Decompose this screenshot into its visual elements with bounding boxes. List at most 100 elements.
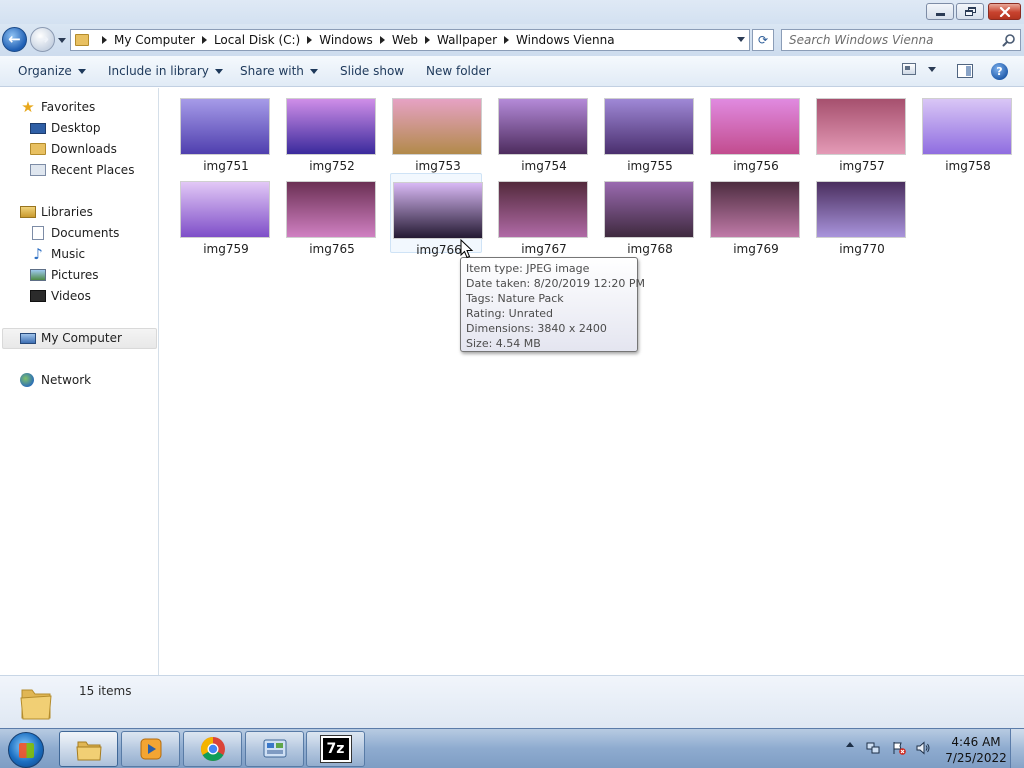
file-name[interactable]: img770 xyxy=(814,242,910,256)
breadcrumb-windows-vienna[interactable]: Windows Vienna xyxy=(516,33,615,47)
file-item[interactable]: img755 xyxy=(602,90,694,173)
file-item[interactable]: img759 xyxy=(178,173,270,256)
nav-music[interactable]: ♪ Music xyxy=(30,245,85,263)
thumbnail-image[interactable] xyxy=(922,98,1012,155)
file-name[interactable]: img757 xyxy=(814,159,910,173)
file-item[interactable]: img768 xyxy=(602,173,694,256)
taskbar-control-panel[interactable] xyxy=(245,731,304,767)
slide-show-button[interactable]: Slide show xyxy=(340,64,404,78)
file-name[interactable]: img753 xyxy=(390,159,486,173)
nav-documents[interactable]: Documents xyxy=(30,224,119,242)
file-name[interactable]: img759 xyxy=(178,242,274,256)
thumbnail-image[interactable] xyxy=(498,98,588,155)
nav-libraries[interactable]: Libraries xyxy=(20,203,93,221)
file-name[interactable]: img767 xyxy=(496,242,592,256)
thumbnail-image[interactable] xyxy=(498,181,588,238)
nav-videos[interactable]: Videos xyxy=(30,287,91,305)
thumbnail-image[interactable] xyxy=(816,98,906,155)
new-folder-button[interactable]: New folder xyxy=(426,64,491,78)
thumbnail-image[interactable] xyxy=(180,181,270,238)
address-dropdown-icon[interactable] xyxy=(737,37,745,42)
file-name[interactable]: img756 xyxy=(708,159,804,173)
change-view-button[interactable] xyxy=(902,63,936,75)
file-name[interactable]: img768 xyxy=(602,242,698,256)
file-item[interactable]: img754 xyxy=(496,90,588,173)
breadcrumb-windows[interactable]: Windows xyxy=(319,33,373,47)
file-name[interactable]: img765 xyxy=(284,242,380,256)
file-name[interactable]: img755 xyxy=(602,159,698,173)
help-icon[interactable]: ? xyxy=(991,63,1008,80)
address-bar[interactable]: My Computer Local Disk (C:) Windows Web … xyxy=(70,29,750,51)
taskbar-7zip[interactable]: 7z xyxy=(306,731,365,767)
close-button[interactable] xyxy=(988,3,1021,20)
file-item[interactable]: img758 xyxy=(920,90,1012,173)
share-with-button[interactable]: Share with xyxy=(240,64,318,78)
nav-favorites[interactable]: ★ Favorites xyxy=(20,98,95,116)
start-button[interactable] xyxy=(8,732,44,768)
breadcrumb-separator-icon[interactable] xyxy=(307,36,313,44)
file-item[interactable]: img757 xyxy=(814,90,906,173)
breadcrumb-web[interactable]: Web xyxy=(392,33,418,47)
clock-time[interactable]: 4:46 AM xyxy=(942,735,1010,749)
nav-network[interactable]: Network xyxy=(20,371,91,389)
taskbar-media-player[interactable] xyxy=(121,731,180,767)
back-button[interactable]: ← xyxy=(2,27,27,52)
preview-pane-icon[interactable] xyxy=(957,64,973,78)
file-item[interactable]: img753 xyxy=(390,90,482,173)
file-item[interactable]: img752 xyxy=(284,90,376,173)
file-item[interactable]: img751 xyxy=(178,90,270,173)
breadcrumb-my-computer[interactable]: My Computer xyxy=(114,33,195,47)
include-in-library-button[interactable]: Include in library xyxy=(108,64,223,78)
thumbnail-image[interactable] xyxy=(286,181,376,238)
recent-pages-button[interactable] xyxy=(57,35,67,45)
chevron-down-icon[interactable] xyxy=(928,66,936,72)
thumbnail-image[interactable] xyxy=(286,98,376,155)
breadcrumb-separator-icon[interactable] xyxy=(102,36,107,44)
thumbnail-image[interactable] xyxy=(710,181,800,238)
search-input[interactable] xyxy=(789,33,994,47)
file-name[interactable]: img754 xyxy=(496,159,592,173)
file-name[interactable]: img751 xyxy=(178,159,274,173)
file-name[interactable]: img752 xyxy=(284,159,380,173)
thumbnail-image[interactable] xyxy=(392,98,482,155)
volume-icon[interactable] xyxy=(916,741,930,755)
nav-downloads[interactable]: Downloads xyxy=(30,140,117,158)
show-hidden-icons-button[interactable] xyxy=(846,742,854,747)
breadcrumb-separator-icon[interactable] xyxy=(201,36,207,44)
nav-desktop[interactable]: Desktop xyxy=(30,119,101,137)
search-box[interactable] xyxy=(781,29,1021,51)
organize-button[interactable]: Organize xyxy=(18,64,86,78)
file-item[interactable]: img756 xyxy=(708,90,800,173)
thumbnail-image[interactable] xyxy=(710,98,800,155)
file-item[interactable]: img765 xyxy=(284,173,376,256)
file-name[interactable]: img769 xyxy=(708,242,804,256)
file-name[interactable]: img758 xyxy=(920,159,1016,173)
breadcrumb-separator-icon[interactable] xyxy=(424,36,430,44)
clock-date[interactable]: 7/25/2022 xyxy=(942,751,1010,765)
action-center-icon[interactable] xyxy=(892,741,906,755)
file-item[interactable]: img769 xyxy=(708,173,800,256)
breadcrumb-wallpaper[interactable]: Wallpaper xyxy=(437,33,497,47)
refresh-button[interactable]: ⟳ xyxy=(752,29,774,51)
thumbnail-image[interactable] xyxy=(604,181,694,238)
thumbnail-image[interactable] xyxy=(604,98,694,155)
nav-pictures[interactable]: Pictures xyxy=(30,266,99,284)
thumbnail-image[interactable] xyxy=(180,98,270,155)
network-tray-icon[interactable] xyxy=(866,741,880,755)
breadcrumb-separator-icon[interactable] xyxy=(504,36,510,44)
nav-recent-places[interactable]: Recent Places xyxy=(30,161,134,179)
forward-button[interactable]: → xyxy=(30,27,55,52)
file-item[interactable]: img770 xyxy=(814,173,906,256)
thumbnail-image[interactable] xyxy=(393,182,483,239)
maximize-button[interactable] xyxy=(956,3,984,20)
search-icon[interactable] xyxy=(1002,33,1016,47)
minimize-button[interactable] xyxy=(926,3,954,20)
breadcrumb-local-disk[interactable]: Local Disk (C:) xyxy=(214,33,300,47)
nav-my-computer[interactable]: My Computer xyxy=(20,329,122,347)
file-item[interactable]: img767 xyxy=(496,173,588,256)
show-desktop-button[interactable] xyxy=(1010,729,1024,768)
breadcrumb-separator-icon[interactable] xyxy=(379,36,385,44)
thumbnail-image[interactable] xyxy=(816,181,906,238)
taskbar-chrome[interactable] xyxy=(183,731,242,767)
taskbar-explorer[interactable] xyxy=(59,731,118,767)
